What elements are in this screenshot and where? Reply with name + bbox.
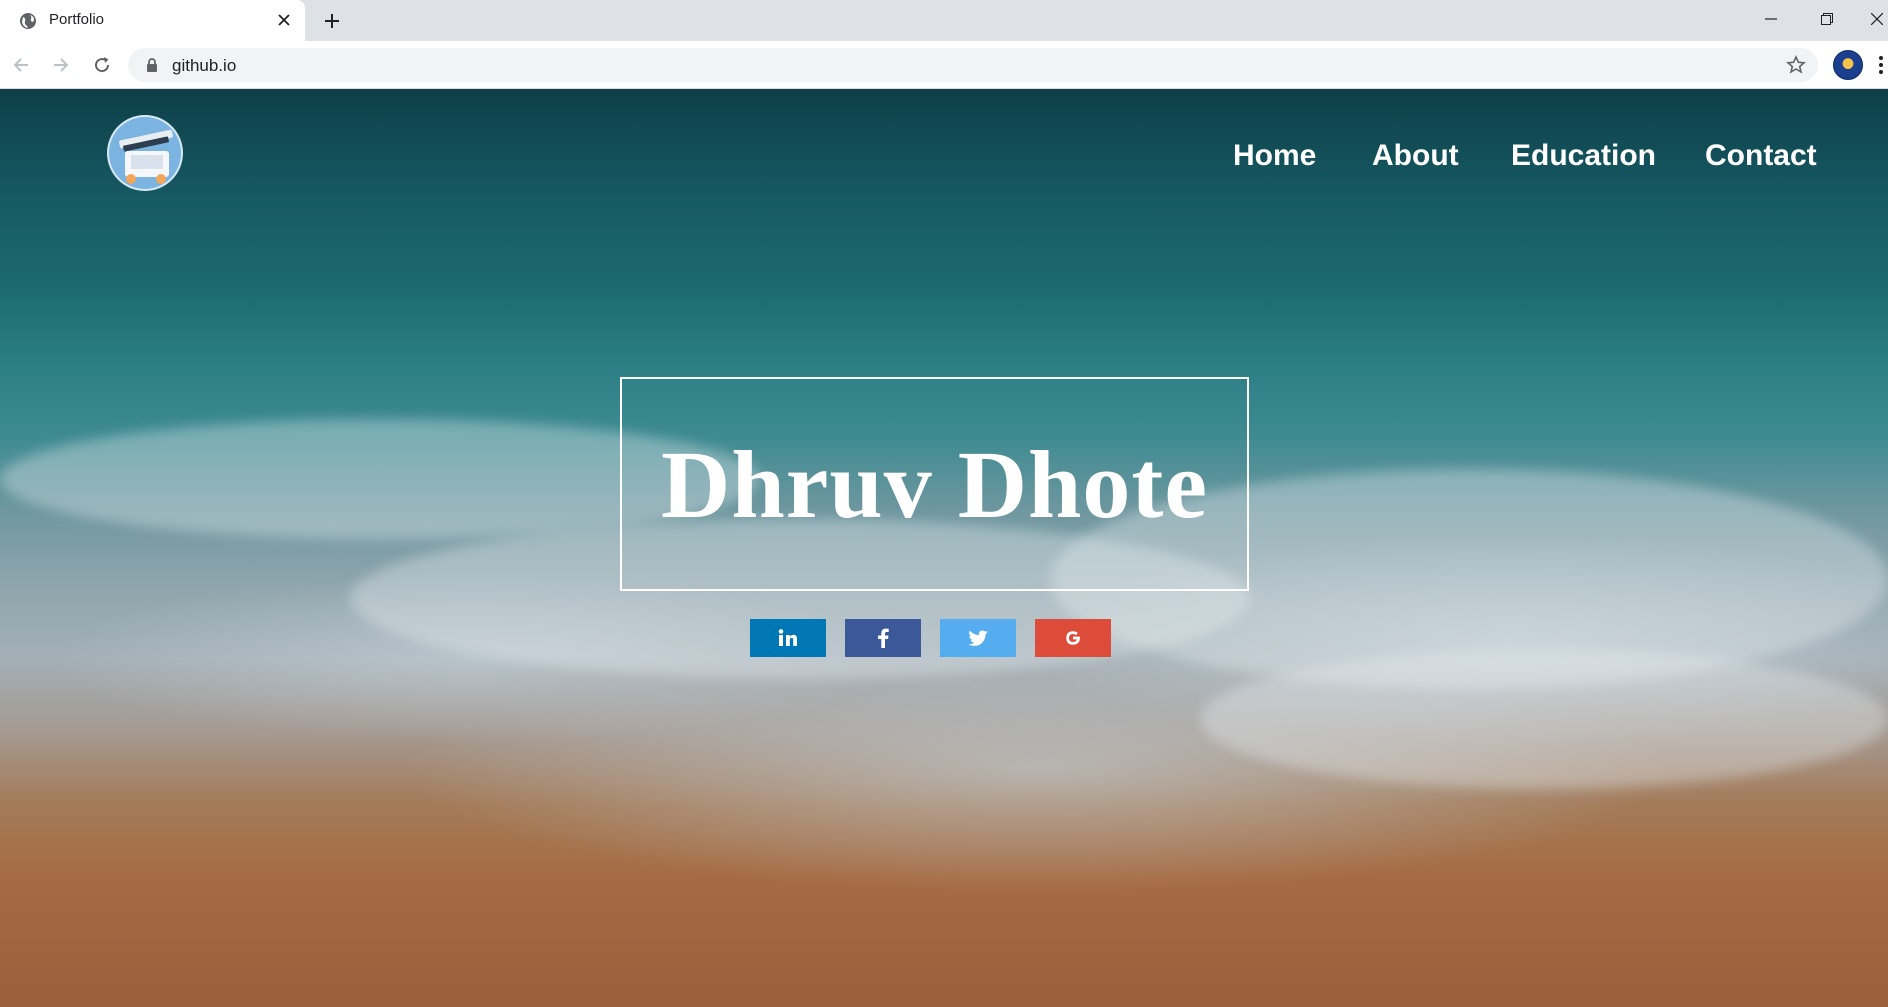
lock-icon[interactable]	[145, 58, 159, 72]
new-tab-icon[interactable]	[320, 9, 344, 33]
forward-icon[interactable]	[47, 51, 75, 79]
linkedin-icon	[778, 629, 798, 647]
wave-foam	[1200, 649, 1888, 789]
twitter-button[interactable]	[940, 619, 1016, 657]
nav-about[interactable]: About	[1372, 139, 1459, 173]
minimize-icon[interactable]	[1756, 6, 1786, 32]
browser-toolbar: github.io	[0, 41, 1888, 89]
restore-icon[interactable]	[1812, 6, 1842, 32]
address-bar[interactable]: github.io	[128, 48, 1818, 82]
profile-avatar[interactable]	[1833, 50, 1863, 80]
google-icon	[1064, 629, 1082, 647]
reload-icon[interactable]	[88, 51, 116, 79]
close-tab-icon[interactable]	[274, 10, 294, 30]
title-frame: Dhruv Dhote	[620, 377, 1249, 591]
facebook-icon	[877, 628, 889, 648]
hero-title: Dhruv Dhote	[660, 430, 1208, 538]
browser-tabstrip: Portfolio	[0, 0, 1888, 41]
twitter-icon	[968, 630, 988, 647]
nav-home[interactable]: Home	[1233, 139, 1316, 173]
google-button[interactable]	[1035, 619, 1111, 657]
url-text[interactable]: github.io	[172, 56, 236, 76]
more-menu-icon[interactable]	[1878, 55, 1884, 75]
globe-icon	[19, 12, 37, 30]
nav-contact[interactable]: Contact	[1705, 139, 1817, 173]
site-logo[interactable]	[107, 115, 183, 191]
back-icon[interactable]	[7, 51, 35, 79]
close-window-icon[interactable]	[1866, 6, 1888, 32]
hero-section: Home About Education Contact Dhruv Dhote	[0, 89, 1888, 1007]
browser-tab[interactable]: Portfolio	[0, 0, 305, 41]
bookmark-star-icon[interactable]	[1786, 55, 1806, 75]
linkedin-button[interactable]	[750, 619, 826, 657]
tab-title: Portfolio	[49, 11, 105, 28]
nav-education[interactable]: Education	[1511, 139, 1656, 173]
facebook-button[interactable]	[845, 619, 921, 657]
